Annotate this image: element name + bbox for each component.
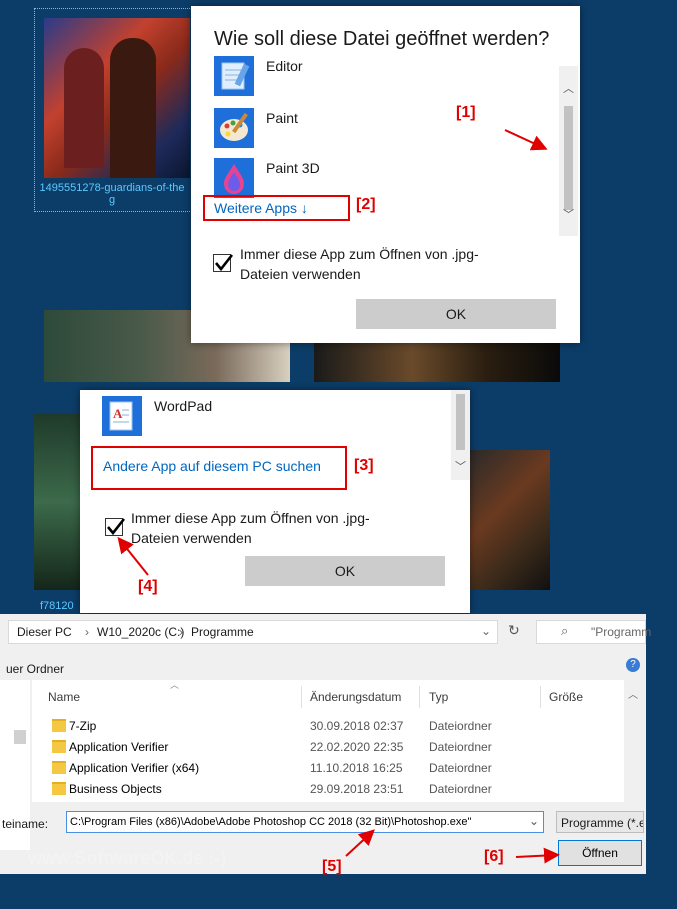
arrow-5 bbox=[345, 829, 375, 857]
watermark-text: www.SoftwareOK.de :-) bbox=[28, 848, 227, 868]
arrow-4 bbox=[117, 536, 149, 576]
arrow-6 bbox=[515, 847, 560, 864]
arrow-1 bbox=[504, 129, 548, 151]
annotation-arrows bbox=[117, 129, 560, 864]
